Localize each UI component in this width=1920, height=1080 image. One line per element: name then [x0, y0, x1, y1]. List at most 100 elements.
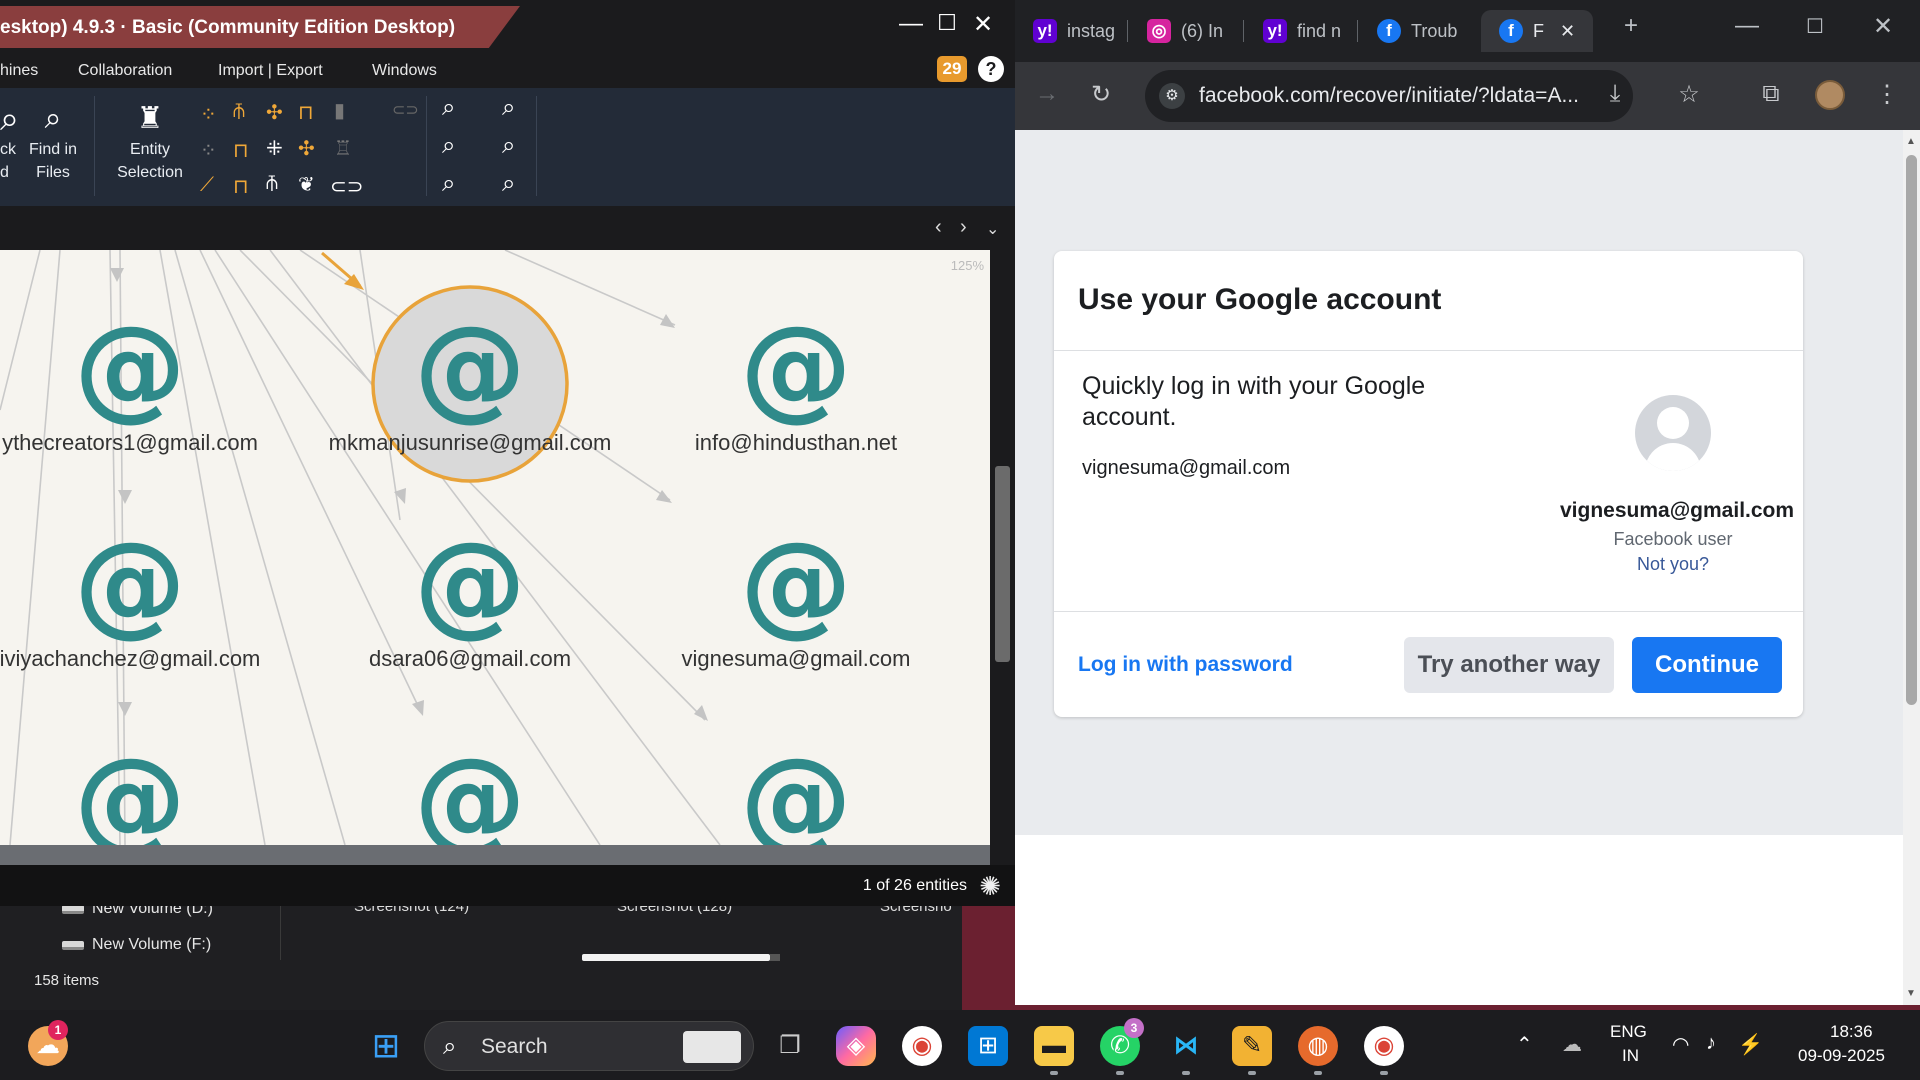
zoom-to-icon[interactable]: ⌕: [442, 170, 455, 198]
star-icon[interactable]: ☆: [1673, 80, 1705, 109]
tab-yahoo-find[interactable]: y! find n: [1245, 10, 1355, 52]
zoom-in-icon[interactable]: ⌕: [502, 94, 515, 122]
scrollbar-thumb[interactable]: [1906, 155, 1917, 705]
zoom-fit-icon[interactable]: ⌕: [442, 94, 455, 122]
email-entity-node[interactable]: @ vignesuma@gmail.com: [636, 528, 956, 672]
close-icon[interactable]: ✕: [1863, 12, 1903, 41]
minimize-icon[interactable]: —: [896, 10, 926, 38]
tab-facebook-trouble[interactable]: f Troub: [1359, 10, 1469, 52]
layout-organic-icon[interactable]: ⊓: [298, 100, 314, 125]
close-tab-icon[interactable]: ✕: [1560, 21, 1575, 42]
page-vertical-scrollbar[interactable]: ▲ ▼: [1903, 130, 1920, 1005]
install-app-icon[interactable]: ⤓: [1599, 80, 1631, 108]
continue-button[interactable]: Continue: [1632, 637, 1782, 693]
add-neighbors-icon[interactable]: ✣: [298, 136, 315, 161]
wifi-icon[interactable]: ◠: [1672, 1032, 1689, 1057]
close-icon[interactable]: ✕: [968, 10, 998, 39]
clock-date[interactable]: 09-09-2025: [1798, 1046, 1885, 1066]
email-entity-node[interactable]: @ iviyachanchez@gmail.com: [0, 528, 290, 672]
clock-time[interactable]: 18:36: [1830, 1022, 1873, 1042]
select-children-icon[interactable]: ⊓: [233, 138, 249, 163]
menu-collaboration[interactable]: Collaboration: [78, 62, 172, 80]
scrollbar-thumb[interactable]: [995, 466, 1010, 662]
battery-icon[interactable]: ⚡: [1738, 1032, 1763, 1057]
bookmark-icon[interactable]: ▮: [334, 98, 345, 123]
maximize-icon[interactable]: ☐: [1795, 14, 1835, 39]
select-parents-icon[interactable]: ⁘: [200, 138, 217, 163]
gear-icon[interactable]: ✺: [979, 871, 1001, 902]
extensions-icon[interactable]: ⧉: [1755, 80, 1787, 108]
kebab-menu-icon[interactable]: ⋮: [1871, 80, 1903, 109]
copilot-icon[interactable]: ◈: [836, 1026, 876, 1066]
leaf-icon[interactable]: ❦: [298, 172, 315, 197]
email-entity-node[interactable]: @: [636, 744, 956, 845]
microsoft-store-icon[interactable]: ⊞: [968, 1026, 1008, 1066]
zoom-selection-icon[interactable]: ⌕: [442, 132, 455, 160]
chevron-up-icon[interactable]: ⌃: [1516, 1032, 1533, 1057]
menu-windows[interactable]: Windows: [372, 62, 437, 80]
help-icon[interactable]: ?: [978, 56, 1004, 82]
notification-badge[interactable]: 29: [937, 56, 967, 82]
language-region[interactable]: IN: [1622, 1046, 1639, 1066]
maximize-icon[interactable]: ☐: [932, 10, 962, 36]
volume-icon[interactable]: ♪: [1706, 1032, 1716, 1055]
layout-circular-icon[interactable]: ✣: [266, 100, 283, 125]
email-entity-node[interactable]: @ ythecreators1@gmail.com: [0, 312, 290, 456]
menu-import-export[interactable]: Import | Export: [218, 62, 323, 80]
layout-block-icon[interactable]: ⁘: [200, 102, 217, 127]
chevron-down-icon[interactable]: ⌄: [986, 219, 999, 239]
chrome-profile-icon[interactable]: ◉: [1364, 1026, 1404, 1066]
site-info-icon[interactable]: ⚙: [1159, 83, 1185, 109]
start-icon[interactable]: ⊞: [366, 1026, 406, 1066]
invert-selection-icon[interactable]: ⟋: [200, 174, 214, 197]
app-icon[interactable]: ✎: [1232, 1026, 1272, 1066]
drive-item-f[interactable]: New Volume (F:): [62, 936, 211, 954]
layout-hierarchical-icon[interactable]: ⫚: [233, 100, 245, 123]
maltego-icon[interactable]: ◍: [1298, 1026, 1338, 1066]
scroll-down-icon[interactable]: ▼: [1906, 988, 1916, 999]
email-entity-node[interactable]: @ info@hindusthan.net: [636, 312, 956, 456]
taskbar-search[interactable]: ⌕ Search: [424, 1021, 754, 1071]
language-code[interactable]: ENG: [1610, 1022, 1647, 1042]
vscode-icon[interactable]: ⋈: [1166, 1026, 1206, 1066]
select-neighbors-icon[interactable]: ⁜: [266, 136, 283, 161]
zoom-100-icon[interactable]: ⌕: [502, 170, 515, 198]
entity-selection-button[interactable]: ♜ Entity Selection: [110, 100, 190, 184]
tab-instagram[interactable]: ◎ (6) In: [1129, 10, 1241, 52]
task-view-icon[interactable]: ❐: [770, 1026, 810, 1066]
not-you-link[interactable]: Not you?: [1560, 554, 1786, 575]
onedrive-icon[interactable]: ☁: [1562, 1032, 1582, 1057]
graph-horizontal-scrollbar[interactable]: [0, 845, 990, 865]
zoom-out-icon[interactable]: ⌕: [502, 132, 515, 160]
file-explorer-icon[interactable]: ▬: [1034, 1026, 1074, 1066]
quick-find-button[interactable]: ⌕ ck d: [0, 100, 20, 184]
email-entity-node[interactable]: @: [0, 744, 290, 845]
chrome-icon[interactable]: ◉: [902, 1026, 942, 1066]
minimize-icon[interactable]: —: [1727, 12, 1767, 40]
try-another-way-button[interactable]: Try another way: [1404, 637, 1614, 693]
link-icon[interactable]: ⊂⊃: [330, 174, 364, 199]
email-entity-node[interactable]: @: [310, 744, 630, 845]
address-bar[interactable]: ⚙ facebook.com/recover/initiate/?ldata=A…: [1145, 70, 1633, 122]
graph-canvas[interactable]: 125% @ ythecreators1@gmail.com @ mkmanju…: [0, 250, 990, 845]
tree-icon[interactable]: ⫚: [266, 172, 278, 195]
graph-vertical-scrollbar[interactable]: [990, 250, 1015, 845]
tab-facebook-active[interactable]: f F ✕: [1481, 10, 1593, 52]
email-entity-node[interactable]: @ dsara06@gmail.com: [310, 528, 630, 672]
select-links-icon[interactable]: ⊓: [233, 174, 249, 199]
url-text[interactable]: facebook.com/recover/initiate/?ldata=A..…: [1199, 84, 1589, 108]
find-in-files-button[interactable]: ⌕ Find in Files: [22, 100, 84, 184]
email-entity-node-selected[interactable]: @ mkmanjusunrise@gmail.com: [310, 312, 630, 456]
pin-icon[interactable]: ♖: [334, 136, 352, 161]
chevron-left-icon[interactable]: ‹: [935, 216, 942, 239]
menu-machines[interactable]: hines: [0, 62, 38, 80]
login-with-password-link[interactable]: Log in with password: [1078, 653, 1293, 677]
chevron-right-icon[interactable]: ›: [960, 216, 967, 239]
avatar[interactable]: [1815, 80, 1845, 110]
horizontal-scrollbar[interactable]: [582, 954, 770, 961]
tab-yahoo-instagram[interactable]: y! instag: [1015, 10, 1125, 52]
new-tab-icon[interactable]: +: [1611, 12, 1651, 40]
forward-icon[interactable]: →: [1031, 80, 1063, 108]
scroll-up-icon[interactable]: ▲: [1906, 136, 1916, 147]
reload-icon[interactable]: ↻: [1085, 80, 1117, 109]
